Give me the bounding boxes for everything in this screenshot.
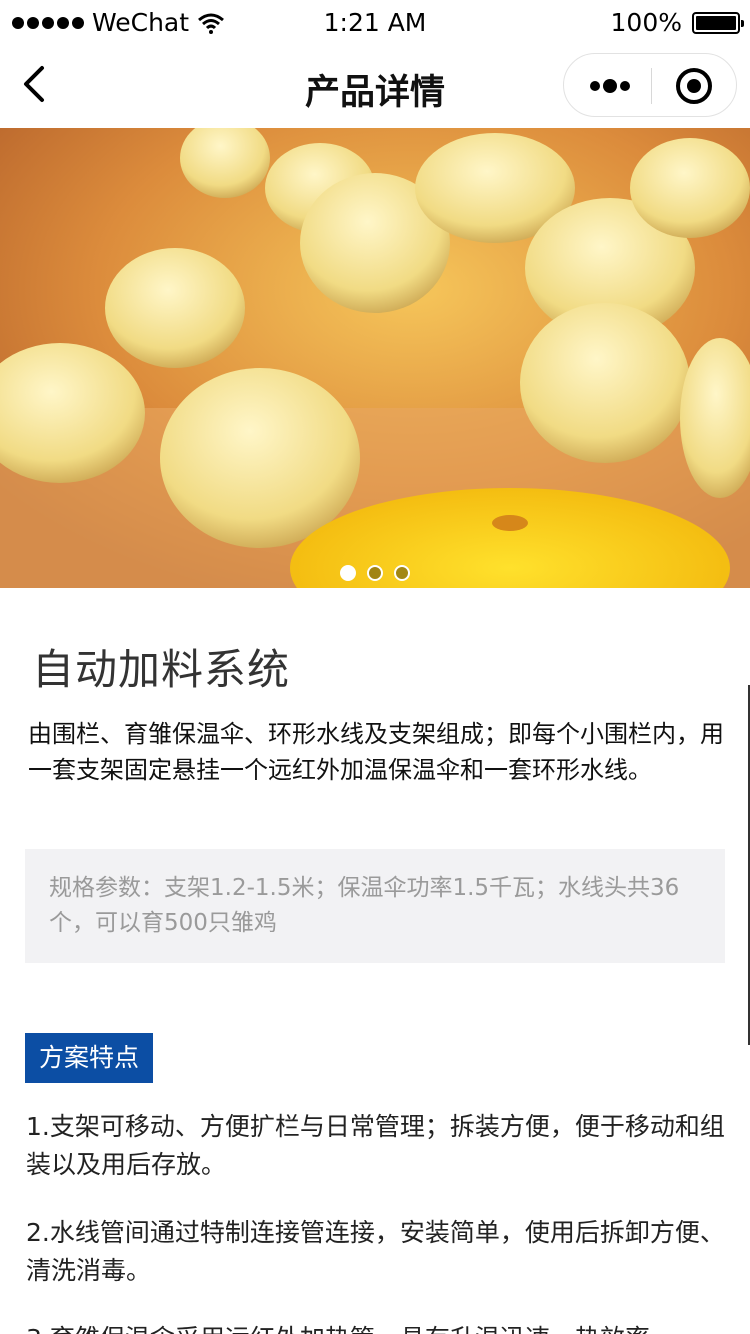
- battery-icon: [692, 11, 744, 34]
- section-heading: 方案特点: [25, 1033, 154, 1083]
- close-button[interactable]: [652, 54, 738, 118]
- navigation-bar: 产品详情: [0, 48, 750, 128]
- carousel-dot[interactable]: [367, 564, 383, 581]
- more-button[interactable]: [564, 54, 651, 118]
- carousel-indicators: [0, 562, 750, 581]
- feature-item: 3.育雏保温伞采用远红外加热管，具有升温迅速，热效率: [26, 1320, 730, 1334]
- target-close-icon: [676, 68, 712, 104]
- feature-item: 2.水线管间通过特制连接管连接，安装简单，使用后拆卸方便、清洗消毒。: [26, 1218, 725, 1285]
- mini-program-capsule: [563, 53, 737, 117]
- product-description: 由围栏、育雏保温伞、环形水线及支架组成；即每个小围栏内，用一套支架固定悬挂一个远…: [28, 720, 724, 784]
- more-dots-icon: [590, 79, 630, 93]
- status-bar: WeChat 1:21 AM 100%: [0, 0, 750, 48]
- status-right: 100%: [610, 8, 744, 37]
- product-title: 自动加料系统: [32, 645, 291, 694]
- carousel-dot[interactable]: [339, 564, 356, 581]
- battery-percent: 100%: [610, 8, 682, 37]
- product-image-carousel[interactable]: [0, 128, 750, 588]
- chicks-photo: [0, 128, 750, 588]
- carousel-dot[interactable]: [394, 564, 411, 581]
- spec-box: 规格参数：支架1.2-1.5米；保温伞功率1.5千瓦；水线头共36个，可以育50…: [25, 849, 725, 963]
- feature-item: 1.支架可移动、方便扩栏与日常管理；拆装方便，便于移动和组装以及用后存放。: [26, 1112, 725, 1179]
